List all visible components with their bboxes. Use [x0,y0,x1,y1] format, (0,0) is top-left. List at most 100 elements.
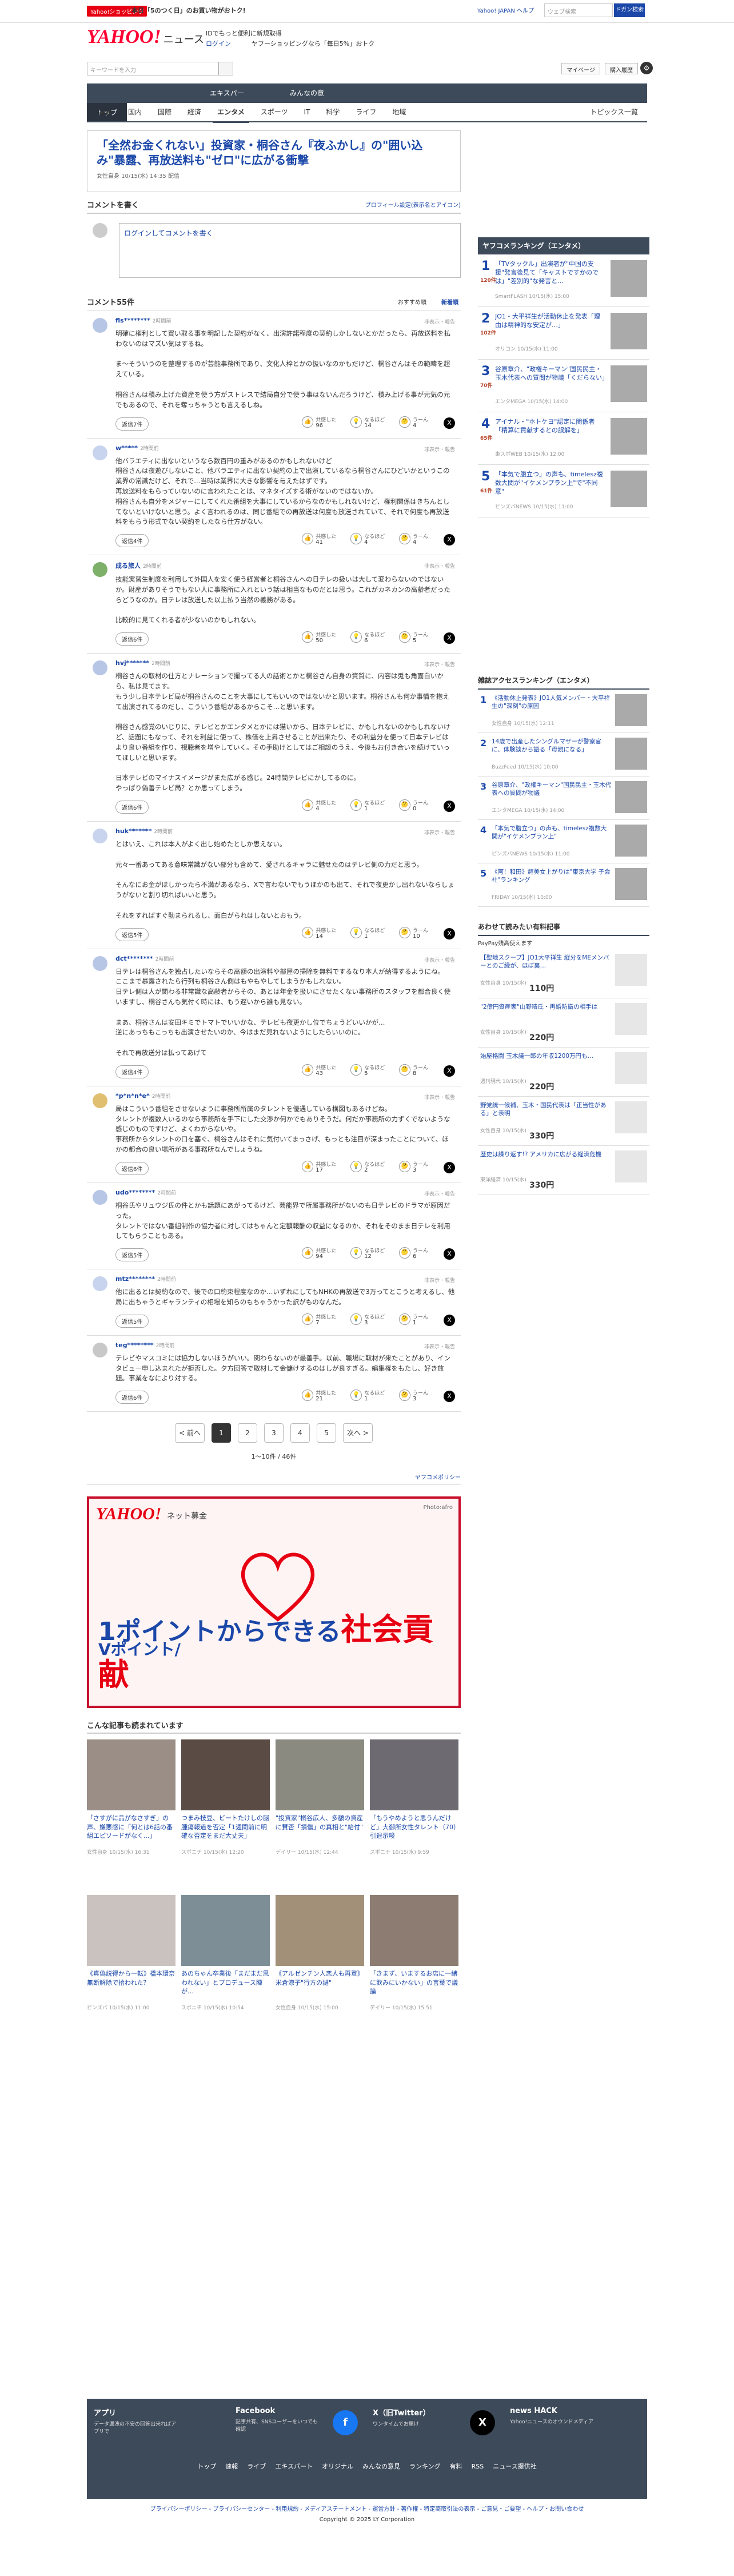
avatar[interactable] [93,1189,107,1205]
reply-button[interactable]: 返信5件 [115,1314,149,1328]
ranking-item[interactable]: 1 120件 「TVタックル」出演者が"中国の支援"発言後見て「キャストですかのでは… [478,254,649,307]
comment-username[interactable]: huk******* [115,827,151,835]
related-article[interactable]: あのちゃん卒業後「まだまだ思われない」とプロデュース陣が… スポニチ 10/15(… [181,1895,270,2045]
next-page-button[interactable]: 次へ > [343,1423,373,1443]
paid-title[interactable]: 始屋格闘 玉木議一郎の年収1200万円も… [480,1052,612,1077]
report-link[interactable]: 非表示・報告 [424,1276,455,1284]
rank-title[interactable]: アイナル・"ホトケヨ"認定に関係者「精算に貢献するとの誤解を」 [495,418,606,448]
x-share-icon[interactable]: X [444,927,455,939]
access-item[interactable]: 3 谷原章介、"政権キーマン"国民民主・玉木代表への質問が物議 エンタMEGA 10… [478,777,649,820]
comment-username[interactable]: hvj******* [115,659,149,667]
reply-button[interactable]: 返信4件 [115,534,149,548]
x-icon[interactable]: X [470,2410,495,2435]
sort-recommended[interactable]: おすすめ順 [398,297,426,306]
tagline[interactable]: IDでもっと便利に新規取得 [206,29,282,38]
access-item[interactable]: 2 14歳で出産したシングルマザーが警察官に、体験談から語る「母親になる」 Buzz… [478,733,649,777]
avatar[interactable] [93,445,107,460]
footer-x[interactable]: X（旧Twitter） ワンタイムでお届け [373,2407,458,2427]
comment-username[interactable]: 成る旅人 [115,562,141,570]
learn-reaction[interactable]: 💡 なるほど 5 [350,1063,389,1080]
comment-user[interactable]: teg******** 2時間前 [115,1341,455,1349]
related-title[interactable]: あのちゃん卒業後「まだまだ思われない」とプロデュース陣が… [181,1969,270,2001]
category-tab-active[interactable]: エンタメ [213,103,249,123]
login-link[interactable]: ログイン [206,39,231,48]
think-reaction[interactable]: 🤔 うーん 10 [399,926,438,943]
comment-user[interactable]: dct******** 2時間前 [115,955,455,962]
page-button[interactable]: 1 [212,1423,231,1443]
think-reaction[interactable]: 🤔 うーん 3 [399,1388,438,1406]
reply-button[interactable]: 返信5件 [115,927,149,941]
access-title[interactable]: 14歳で出産したシングルマザーが警察官に、体験談から語る「母親になる」 [492,738,612,762]
x-share-icon[interactable]: X [444,1065,455,1077]
reply-button[interactable]: 返信6件 [115,1161,149,1175]
policy-links[interactable]: プライバシーポリシー - プライバシーセンター - 利用規約 - メディアステー… [87,2505,647,2515]
access-title[interactable]: 《活動休止発表》JO1人気メンバー・大平祥生の"深刻"の原因 [492,694,612,718]
avatar[interactable] [93,1093,107,1108]
agree-reaction[interactable]: 👍 共感した 43 [302,1063,341,1080]
think-reaction[interactable]: 🤔 うーん 8 [399,1063,438,1080]
comment-username[interactable]: dct******** [115,955,153,962]
related-thumbnail[interactable] [87,1739,175,1811]
related-article[interactable]: 《アルゼンチン人恋人も再登》米倉涼子"行方の謎" 女性自身 10/15(水) 15… [276,1895,364,2045]
footer-link[interactable]: RSS [472,2463,484,2470]
comment-user[interactable]: mtz******** 2時間前 [115,1275,455,1283]
report-link[interactable]: 非表示・報告 [424,562,455,570]
paid-article[interactable]: 歴史は繰り返す!? アメリカに広がる経済危機 東洋経済 10/15(水) 330円 [478,1146,649,1195]
paid-article[interactable]: "2億円資産家"山野晴氏・再婚防衛の相手は 女性自身 10/15(水) 220円 [478,998,649,1048]
comment-textarea[interactable]: ログインしてコメントを書く [119,223,461,278]
related-thumbnail[interactable] [181,1895,270,1966]
access-title[interactable]: 谷原章介、"政権キーマン"国民民主・玉木代表への質問が物議 [492,781,612,805]
agree-reaction[interactable]: 👍 共感した 14 [302,926,341,943]
x-share-icon[interactable]: X [444,1314,455,1326]
related-title[interactable]: 《アルゼンチン人恋人も再登》米倉涼子"行方の謎" [276,1969,364,2001]
yahoo-links[interactable]: Yahoo! JAPAN ヘルプ [477,6,534,14]
report-link[interactable]: 非表示・報告 [424,956,455,963]
ranking-item[interactable]: 2 102件 JO1・大平祥生が活動休止を発表「理由は精神的な安定が…」 オリコン 1… [478,307,649,360]
promo-text[interactable]: 本日「5のつく日」のお買い物がおトク! [131,6,246,15]
category-tab[interactable]: 主要 [94,103,117,121]
learn-reaction[interactable]: 💡 なるほど 1 [350,926,389,943]
comment-username[interactable]: teg******** [115,1341,154,1349]
related-article[interactable]: 「さすがに品がなさすぎ」の声、嫌悪感に「何とは6話の番組エピソードがなく...」… [87,1739,175,1889]
related-thumbnail[interactable] [370,1895,458,1966]
mypage-button[interactable]: マイページ [561,63,600,74]
avatar[interactable] [93,562,107,578]
paid-title[interactable]: 【聖地スクープ】JO1大平祥生 縦分をMEメンバーとのご縁が、ほぼ裏… [480,954,612,979]
report-link[interactable]: 非表示・報告 [424,829,455,836]
related-article[interactable]: "投資家"桐谷広人、多額の資産に賛否「損傷」の真相と"給付" デイリー 10/15… [276,1739,364,1889]
x-share-icon[interactable]: X [444,534,455,546]
comment-user[interactable]: w***** 2時間前 [115,444,455,452]
access-item[interactable]: 1 《活動休止発表》JO1人気メンバー・大平祥生の"深刻"の原因 女性自身 10/1… [478,690,649,733]
page-button[interactable]: 4 [290,1423,310,1443]
think-reaction[interactable]: 🤔 うーん 4 [399,532,438,549]
avatar[interactable] [93,318,107,333]
category-tab[interactable]: 経済 [183,103,206,121]
footer-link[interactable]: ランキング [409,2463,441,2470]
article-title[interactable]: 「全然お金くれない」投資家・桐谷さん『夜ふかし』の"囲い込み"暴露、再放送料も"… [97,138,451,168]
footer-link[interactable]: ニュース提供社 [493,2463,536,2470]
footer-newshack[interactable]: news HACK Yahoo!ニュースのオウンドメディア [510,2407,596,2425]
access-item[interactable]: 4 「本気で腹立つ」の声も、timelesz複数大関が"イケメンプラン上" ピンズバ… [478,820,649,863]
access-thumbnail[interactable] [615,781,647,813]
learn-reaction[interactable]: 💡 なるほど 6 [350,630,389,647]
purchase-history-button[interactable]: 購入履歴 [605,63,638,74]
access-thumbnail[interactable] [615,738,647,770]
web-search-button[interactable]: ドガン検索 [614,3,645,17]
paid-article[interactable]: 始屋格闘 玉木議一郎の年収1200万円も… 週刊現代 10/15(水) 220円 [478,1048,649,1097]
rank-thumbnail[interactable] [611,260,647,297]
web-search-input[interactable]: ウェブ検索 [544,3,613,17]
learn-reaction[interactable]: 💡 なるほど 12 [350,1246,389,1263]
learn-reaction[interactable]: 💡 なるほど 1 [350,798,389,815]
reply-button[interactable]: 返信6件 [115,632,149,646]
reply-button[interactable]: 返信7件 [115,417,149,431]
agree-reaction[interactable]: 👍 共感した 21 [302,1388,341,1406]
comment-username[interactable]: w***** [115,444,138,452]
agree-reaction[interactable]: 👍 共感した 7 [302,1312,341,1329]
x-share-icon[interactable]: X [444,417,455,429]
footer-app[interactable]: アプリ データ漏洩の不安の回答出来ればアプリで [94,2407,179,2435]
related-article[interactable]: 「もうやめようと思うんだけど」大御所女性タレント（70）引退示唆 スポニチ 10/… [370,1739,458,1889]
paid-thumbnail[interactable] [615,1003,647,1035]
agree-reaction[interactable]: 👍 共感した 4 [302,798,341,815]
x-share-icon[interactable]: X [444,801,455,812]
rank-thumbnail[interactable] [611,313,647,349]
